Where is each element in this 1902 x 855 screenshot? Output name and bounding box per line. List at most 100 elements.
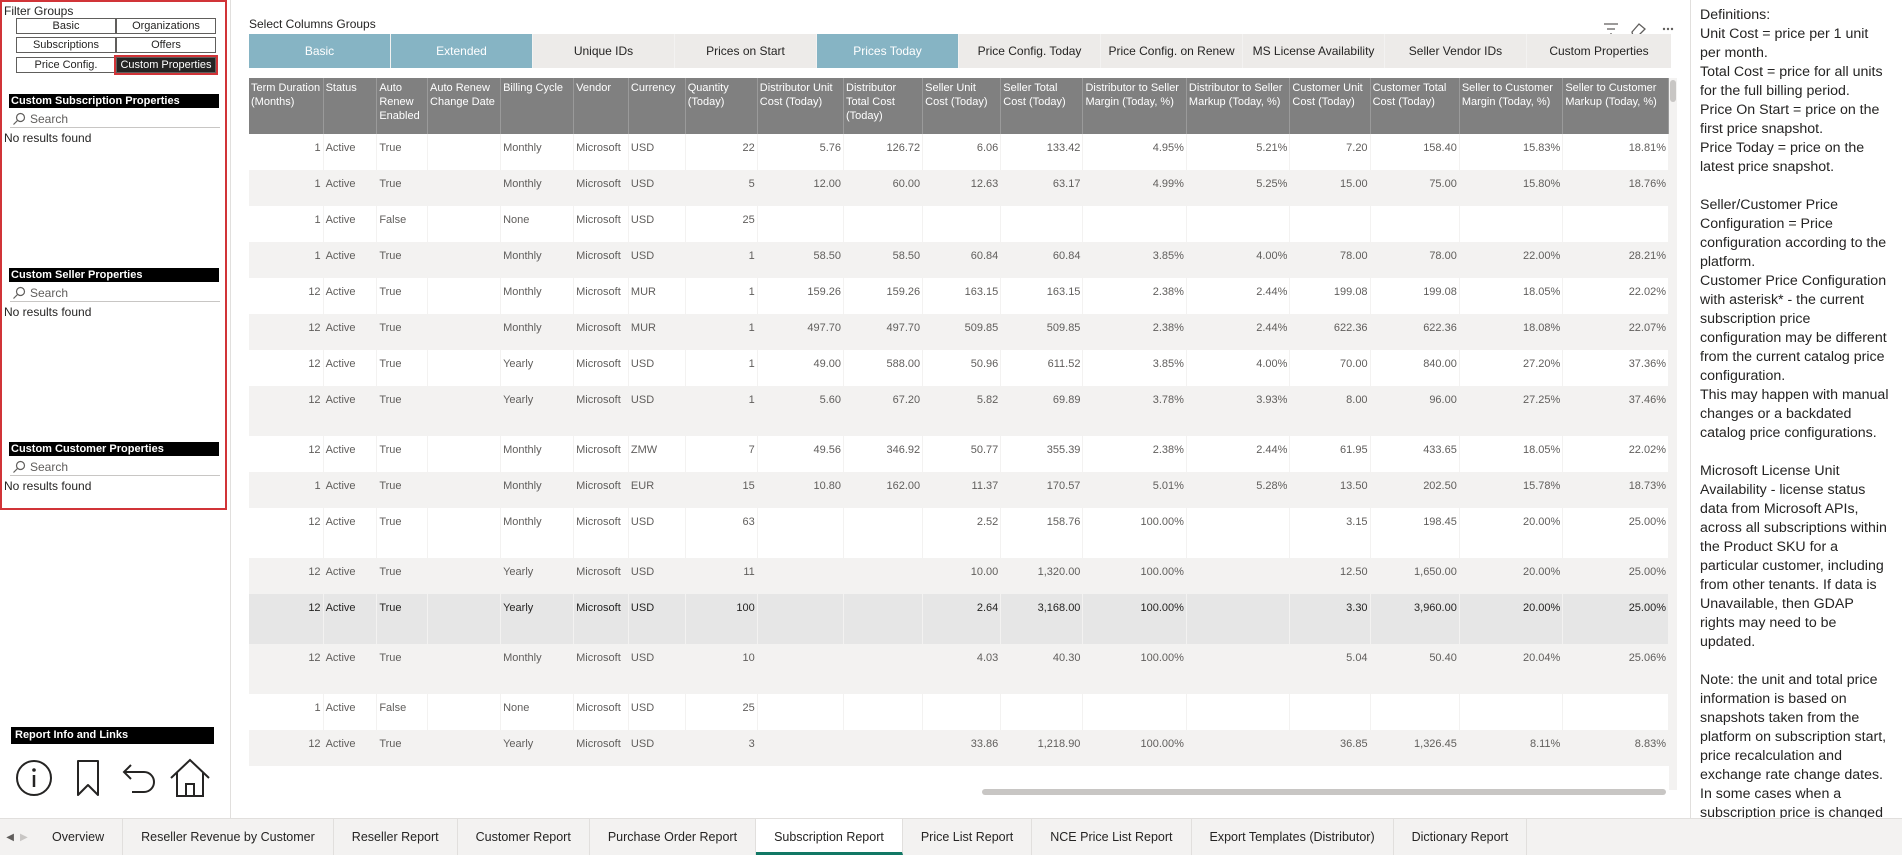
table-row[interactable]: 1 Active True Monthly Microsoft USD 5 12.00 60.0…: [249, 170, 1669, 206]
table-row[interactable]: 1 Active False None Microsoft USD 25: [249, 694, 1669, 730]
table-cell: 12.63: [922, 170, 1002, 206]
table-row[interactable]: 1 Active False None Microsoft USD 25: [249, 206, 1669, 242]
table-row[interactable]: 1 Active True Monthly Microsoft EUR 15 10.80 162…: [249, 472, 1669, 508]
table-cell: USD: [628, 508, 686, 558]
table-row[interactable]: 1 Active True Monthly Microsoft USD 22 5.76 126.…: [249, 134, 1669, 170]
column-group-unique-ids[interactable]: Unique IDs: [533, 34, 675, 68]
table-cell: [843, 558, 924, 594]
column-header[interactable]: Status: [323, 78, 378, 134]
column-header[interactable]: Currency: [628, 78, 686, 134]
column-group-price-config-today[interactable]: Price Config. Today: [959, 34, 1101, 68]
filter-price-config-button[interactable]: Price Config.: [16, 57, 116, 73]
page-tab-customer-report[interactable]: Customer Report: [458, 819, 590, 855]
table-cell: 11.37: [922, 472, 1002, 508]
table-cell: Microsoft: [573, 170, 629, 206]
table-cell: 1: [685, 242, 758, 278]
page-tab-subscription-report[interactable]: Subscription Report: [756, 819, 903, 855]
table-row[interactable]: 12 Active True Yearly Microsoft USD 1 49.00 588.…: [249, 350, 1669, 386]
table-row[interactable]: 12 Active True Monthly Microsoft USD 63 2.52 158…: [249, 508, 1669, 558]
definitions-divider: [1690, 0, 1691, 818]
table-row[interactable]: 12 Active True Yearly Microsoft USD 3 33.86 1,21…: [249, 730, 1669, 766]
custom-seller-search[interactable]: Search: [10, 284, 220, 302]
column-header[interactable]: Seller to Customer Markup (Today, %): [1562, 78, 1669, 134]
column-header[interactable]: Auto Renew Enabled: [376, 78, 429, 134]
info-icon[interactable]: [12, 756, 56, 800]
table-row[interactable]: 12 Active True Monthly Microsoft MUR 1 159.26 15…: [249, 278, 1669, 314]
table-row[interactable]: 12 Active True Monthly Microsoft USD 10 4.03 40.…: [249, 644, 1669, 694]
filter-custom-properties-button[interactable]: Custom Properties: [114, 55, 218, 75]
custom-subscription-search[interactable]: Search: [10, 110, 220, 128]
column-header[interactable]: Vendor: [573, 78, 629, 134]
column-group-extended[interactable]: Extended: [391, 34, 533, 68]
column-header[interactable]: Customer Unit Cost (Today): [1289, 78, 1371, 134]
more-options-icon[interactable]: [1662, 27, 1674, 31]
column-group-basic[interactable]: Basic: [249, 34, 391, 68]
table-cell: USD: [628, 594, 686, 644]
column-group-prices-on-start[interactable]: Prices on Start: [675, 34, 817, 68]
column-header[interactable]: Customer Total Cost (Today): [1370, 78, 1460, 134]
table-row[interactable]: 1 Active True Monthly Microsoft USD 1 58.50 58.5…: [249, 242, 1669, 278]
prev-page-icon[interactable]: ◀: [6, 832, 14, 843]
bookmark-icon[interactable]: [66, 756, 110, 800]
page-tab-export-templates-distributor[interactable]: Export Templates (Distributor): [1192, 819, 1394, 855]
column-group-custom-properties[interactable]: Custom Properties: [1527, 34, 1671, 68]
table-cell: 12: [249, 436, 324, 472]
column-group-prices-today[interactable]: Prices Today: [817, 34, 959, 68]
table-cell: 40.30: [1000, 644, 1084, 694]
table-cell: 58.50: [843, 242, 924, 278]
page-tab-nce-price-list-report[interactable]: NCE Price List Report: [1032, 819, 1192, 855]
back-arrow-icon[interactable]: [116, 756, 160, 800]
next-page-icon[interactable]: ▶: [20, 832, 28, 843]
table-row[interactable]: 12 Active True Yearly Microsoft USD 1 5.60 67.20…: [249, 386, 1669, 436]
page-tab-purchase-order-report[interactable]: Purchase Order Report: [590, 819, 757, 855]
column-header[interactable]: Distributor Unit Cost (Today): [757, 78, 845, 134]
home-icon[interactable]: [168, 756, 212, 800]
column-header[interactable]: Seller Unit Cost (Today): [922, 78, 1002, 134]
column-group-seller-vendor-ids[interactable]: Seller Vendor IDs: [1385, 34, 1527, 68]
table-row[interactable]: 12 Active True Monthly Microsoft ZMW 7 49.56 346…: [249, 436, 1669, 472]
filter-organizations-button[interactable]: Organizations: [116, 18, 216, 34]
vertical-scrollbar[interactable]: [1669, 78, 1677, 790]
filter-basic-button[interactable]: Basic: [16, 18, 116, 34]
filter-offers-button[interactable]: Offers: [116, 37, 216, 53]
custom-customer-search[interactable]: Search: [10, 458, 220, 476]
table-row[interactable]: 12 Active True Yearly Microsoft USD 100 2.64 3,1…: [249, 594, 1669, 644]
table-cell: 96.00: [1370, 386, 1460, 436]
column-header[interactable]: Quantity (Today): [685, 78, 758, 134]
column-header[interactable]: Seller to Customer Margin (Today, %): [1459, 78, 1564, 134]
page-tab-price-list-report[interactable]: Price List Report: [903, 819, 1033, 855]
filter-icon[interactable]: [1604, 23, 1618, 35]
column-group-price-config-on-renew[interactable]: Price Config. on Renew: [1101, 34, 1243, 68]
column-header[interactable]: Term Duration (Months): [249, 78, 324, 134]
column-header[interactable]: Seller Total Cost (Today): [1000, 78, 1084, 134]
column-header[interactable]: Distributor to Seller Margin (Today, %): [1082, 78, 1187, 134]
table-cell: [757, 508, 845, 558]
column-header[interactable]: Distributor Total Cost (Today): [843, 78, 924, 134]
filter-subscriptions-button[interactable]: Subscriptions: [16, 37, 116, 53]
page-tab-reseller-report[interactable]: Reseller Report: [334, 819, 458, 855]
column-header[interactable]: Distributor to Seller Markup (Today, %): [1186, 78, 1291, 134]
definitions-title: Definitions:: [1700, 7, 1771, 23]
page-tab-overview[interactable]: Overview: [34, 819, 124, 855]
column-group-ms-license-availability[interactable]: MS License Availability: [1243, 34, 1385, 68]
table-row[interactable]: 12 Active True Monthly Microsoft MUR 1 497.70 49…: [249, 314, 1669, 350]
table-cell: 12: [249, 730, 324, 766]
table-cell: 162.00: [843, 472, 924, 508]
table-cell: 2.52: [922, 508, 1002, 558]
table-cell: Active: [323, 134, 378, 170]
page-tab-reseller-revenue-by-customer[interactable]: Reseller Revenue by Customer: [123, 819, 334, 855]
table-cell: 49.56: [757, 436, 845, 472]
column-header[interactable]: Billing Cycle: [500, 78, 575, 134]
def-asterisk: Customer Price Configuration with asteri…: [1700, 273, 1887, 384]
vertical-scroll-thumb[interactable]: [1670, 80, 1676, 102]
table-cell: 60.84: [1000, 242, 1084, 278]
table-cell: Microsoft: [573, 206, 629, 242]
column-header[interactable]: Auto Renew Change Date: [427, 78, 502, 134]
table-cell: 3.93%: [1186, 386, 1291, 436]
page-tab-dictionary-report[interactable]: Dictionary Report: [1394, 819, 1528, 855]
table-cell: 5.76: [757, 134, 845, 170]
table-cell: 12: [249, 350, 324, 386]
table-cell: [427, 730, 502, 766]
table-row[interactable]: 12 Active True Yearly Microsoft USD 11 10.00 1,3…: [249, 558, 1669, 594]
horizontal-scrollbar[interactable]: [982, 789, 1666, 795]
